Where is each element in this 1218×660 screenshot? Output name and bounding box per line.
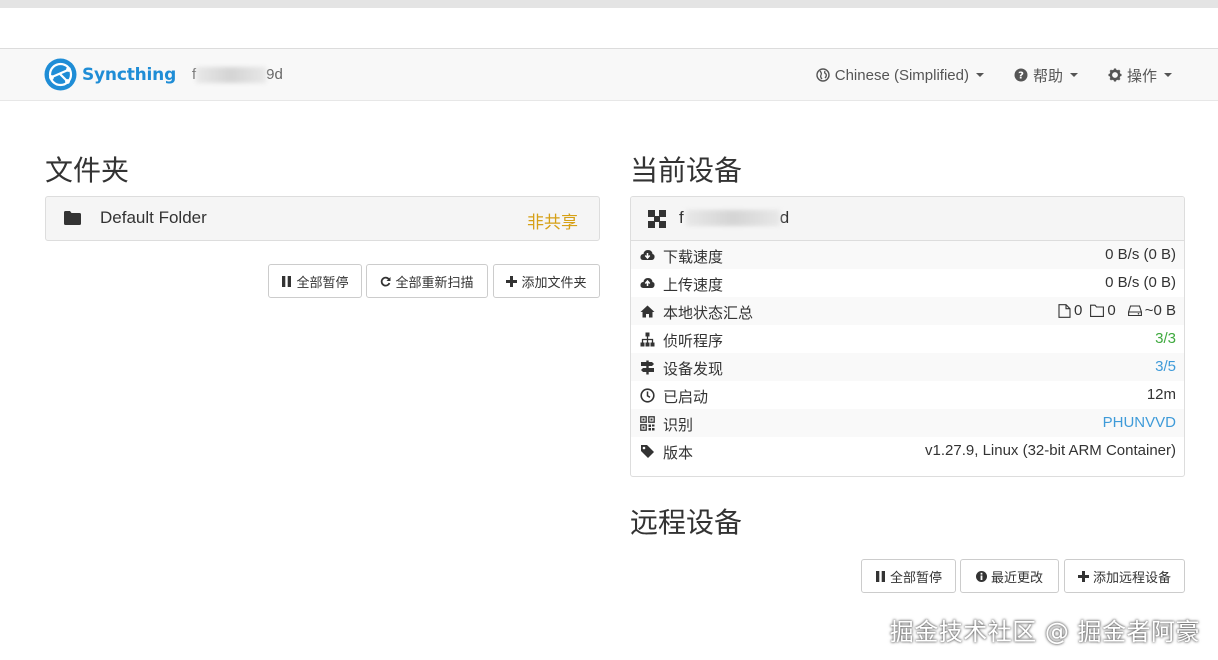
- gear-icon: [1108, 68, 1122, 82]
- local-state-row: 本地状态汇总 0 0 ~0 B: [631, 297, 1184, 325]
- redacted-text: [685, 210, 780, 226]
- globe-icon: [816, 68, 830, 82]
- tag-icon: [641, 445, 654, 458]
- folder-name: Default Folder: [100, 208, 207, 227]
- language-dropdown[interactable]: Chinese (Simplified): [816, 67, 984, 84]
- pause-icon: [875, 570, 885, 582]
- discovery-row[interactable]: 设备发现 3/5: [631, 353, 1184, 381]
- this-device-panel: f d 下载速度 0 B/s (0 B) 上传速度 0 B/s (0 B) 本地…: [630, 196, 1185, 477]
- redacted-text: [196, 66, 267, 83]
- listeners-row[interactable]: 侦听程序 3/3: [631, 325, 1184, 353]
- rescan-all-button[interactable]: 全部重新扫描: [366, 264, 488, 298]
- remote-devices-title: 远程设备: [630, 506, 743, 539]
- pause-all-devices-button[interactable]: 全部暂停: [861, 559, 956, 593]
- download-rate-row: 下载速度 0 B/s (0 B): [631, 241, 1184, 269]
- qrcode-device-icon: [648, 210, 666, 228]
- pause-all-folders-button[interactable]: 全部暂停: [268, 264, 362, 298]
- folder-icon: [64, 211, 81, 225]
- identity-value[interactable]: PHUNVVD: [1103, 414, 1176, 431]
- navbar-right: Chinese (Simplified) ? 帮助 操作: [786, 49, 1172, 101]
- clock-icon: [640, 388, 655, 403]
- folder-status: 非共享: [527, 213, 578, 232]
- discovery-value[interactable]: 3/5: [1155, 358, 1176, 375]
- this-device-name: f d: [679, 208, 790, 227]
- caret-down-icon: [1069, 73, 1078, 77]
- watermark: 掘金技术社区 @ 掘金者阿豪: [889, 618, 1200, 646]
- add-remote-device-button[interactable]: 添加远程设备: [1064, 559, 1185, 593]
- navbar: Syncthing f 9d Chinese (Simplified) ? 帮助: [0, 48, 1218, 101]
- hdd-icon: [1127, 305, 1142, 317]
- info-circle-icon: [975, 570, 987, 582]
- this-device-header[interactable]: f d: [631, 197, 1184, 241]
- recent-changes-button[interactable]: 最近更改: [960, 559, 1059, 593]
- this-device-title: 当前设备: [630, 154, 743, 187]
- upload-rate-row: 上传速度 0 B/s (0 B): [631, 269, 1184, 297]
- qrcode-icon: [640, 416, 655, 431]
- pause-icon: [282, 275, 292, 287]
- actions-dropdown[interactable]: 操作: [1108, 65, 1172, 86]
- navbar-device-name: f 9d: [192, 66, 283, 83]
- signpost-icon: [641, 360, 654, 375]
- browser-top-strip: [0, 0, 1218, 8]
- identity-row[interactable]: 识别 PHUNVVD: [631, 409, 1184, 437]
- caret-down-icon: [1164, 73, 1172, 77]
- plus-icon: [506, 275, 518, 287]
- svg-text:?: ?: [1018, 71, 1024, 82]
- file-icon: [1058, 303, 1071, 318]
- cloud-upload-icon: [640, 278, 655, 288]
- brand[interactable]: Syncthing: [44, 58, 176, 91]
- syncthing-logo-icon: [44, 58, 77, 91]
- folder-panel-default[interactable]: Default Folder 非共享: [45, 196, 600, 241]
- caret-down-icon: [975, 73, 984, 77]
- help-dropdown[interactable]: ? 帮助: [1014, 65, 1078, 86]
- question-circle-icon: ?: [1014, 68, 1028, 82]
- folder-outline-icon: [1090, 304, 1105, 317]
- brand-name: Syncthing: [82, 64, 177, 85]
- home-icon: [640, 305, 655, 318]
- add-folder-button[interactable]: 添加文件夹: [493, 264, 600, 298]
- sitemap-icon: [640, 332, 655, 347]
- folders-title: 文件夹: [45, 154, 130, 187]
- uptime-row: 已启动 12m: [631, 381, 1184, 409]
- plus-icon: [1077, 570, 1089, 582]
- cloud-download-icon: [640, 250, 655, 260]
- listeners-value[interactable]: 3/3: [1155, 330, 1176, 347]
- refresh-icon: [381, 276, 391, 287]
- version-row: 版本 v1.27.9, Linux (32-bit ARM Container): [631, 437, 1184, 465]
